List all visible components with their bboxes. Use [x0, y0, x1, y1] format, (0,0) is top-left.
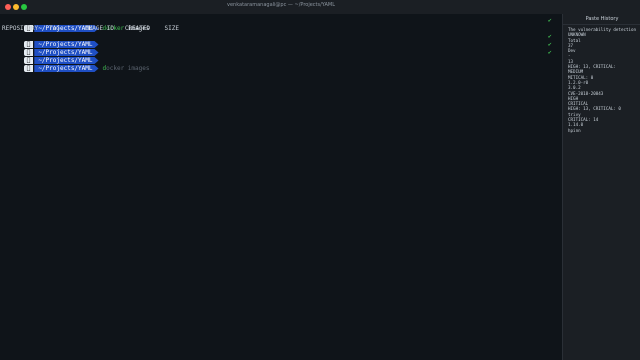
- autosuggestion: ocker images: [106, 65, 150, 72]
- check-icon: ✔: [548, 41, 552, 48]
- paste-history-list: The vulnerability detection, UNKNOWN Tot…: [563, 25, 640, 135]
- terminal-pane[interactable]: ~/Projects/YAMLdocker images ✔ REPOSITO…: [0, 14, 562, 360]
- prompt-line: ~/Projects/YAML: [2, 49, 99, 64]
- paste-history-title: Paste History: [563, 14, 640, 25]
- prompt-directory: ~/Projects/YAML: [34, 65, 98, 72]
- check-icon: ✔: [548, 33, 552, 40]
- docker-images-header: REPOSITORY TAG IMAGE ID CREATED SIZE: [2, 25, 180, 32]
- prompt-line: ~/Projects/YAML: [2, 41, 99, 56]
- active-prompt-line[interactable]: ~/Projects/YAMLdocker images: [2, 57, 149, 72]
- paste-history-item[interactable]: hpinn: [568, 128, 636, 133]
- apple-icon: : [23, 65, 34, 72]
- paste-history-panel: Paste History The vulnerability detectio…: [562, 14, 640, 360]
- window-title: venkataramanagali@pc — ~/Projects/YAML: [227, 2, 335, 8]
- prompt-line: ~/Projects/YAML: [2, 33, 99, 48]
- prompt-line: ~/Projects/YAMLdocker images: [2, 17, 150, 32]
- check-icon: ✔: [548, 17, 552, 24]
- terminal-window: venkataramanagali@pc — ~/Projects/YAML …: [0, 0, 640, 360]
- title-bar: venkataramanagali@pc — ~/Projects/YAML: [0, 0, 640, 15]
- check-icon: ✔: [548, 49, 552, 56]
